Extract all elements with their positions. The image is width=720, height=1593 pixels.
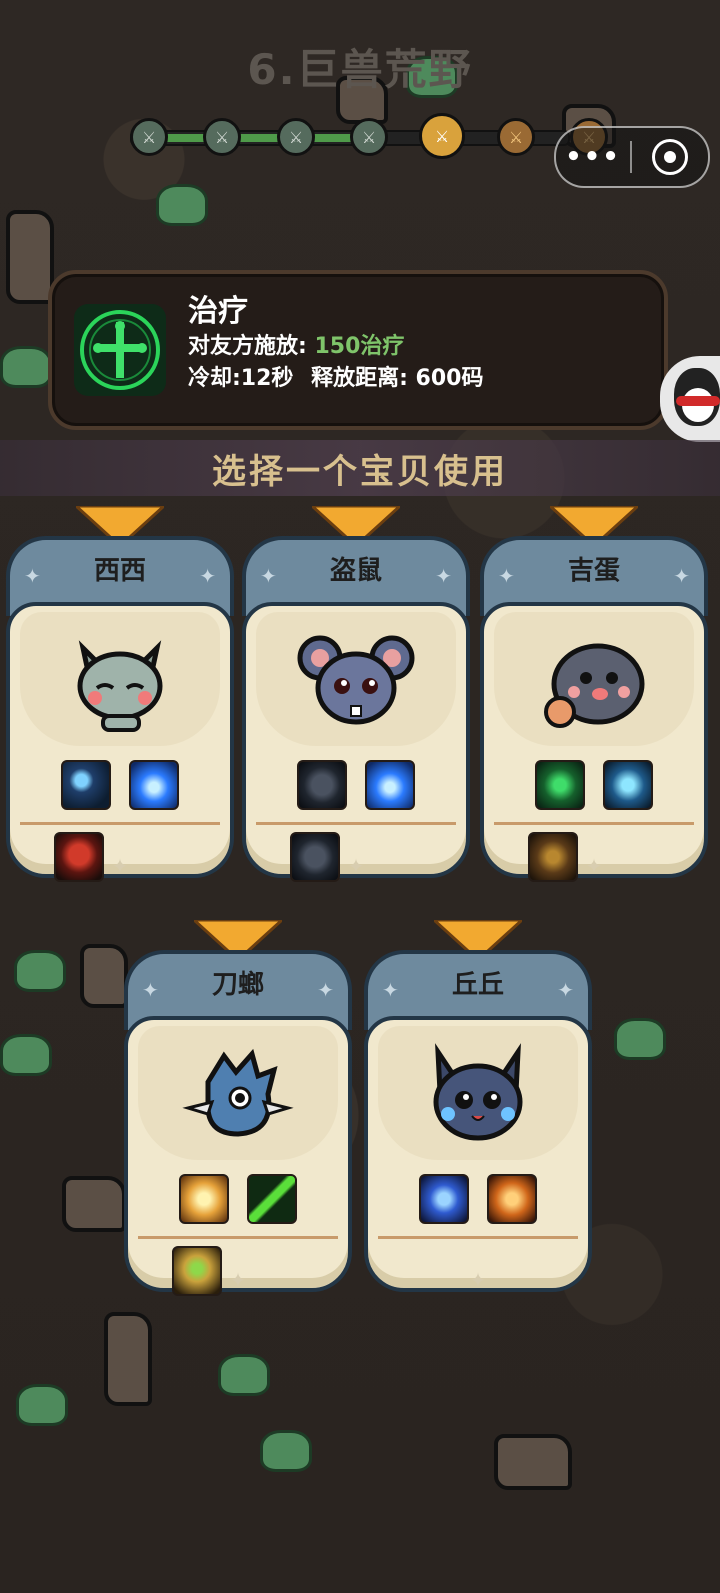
sparkle-icon: ✦	[498, 564, 515, 588]
pet-card-qiuqiu[interactable]: 丘丘 ✦ ✦ ✦	[364, 920, 592, 1292]
stage-node-future-icon: ⚔	[497, 118, 535, 156]
sun-skill-icon	[179, 1174, 229, 1224]
pet-skills-row1	[10, 760, 230, 810]
sparkle-icon: ✦	[24, 564, 41, 588]
stage-node-done-icon: ⚔	[350, 118, 388, 156]
green-sword-skill-icon	[247, 1174, 297, 1224]
sparkle-icon: ✦	[557, 978, 574, 1002]
skill-cooldown: 冷却:12秒	[188, 366, 294, 391]
pet-skills-row1	[484, 760, 704, 810]
blue-orb-skill-icon	[129, 760, 179, 810]
sparkle-icon: ✦	[142, 978, 159, 1002]
miniprogram-capsule: •••	[554, 126, 710, 188]
green-cross-rune-icon	[74, 304, 166, 396]
pet-skills-row1	[246, 760, 466, 810]
skill-range: 释放距离: 600码	[311, 366, 484, 391]
skill-info-panel: 治疗 对友方施放: 150治疗 冷却:12秒 释放距离: 600码	[48, 270, 668, 430]
skill-effect-value: 150治疗	[314, 334, 405, 359]
mouse-pet-avatar	[296, 628, 416, 742]
sparkle-icon: ✦	[673, 564, 690, 588]
blue-orb-skill-icon	[365, 760, 415, 810]
sparkle-icon: ✦	[111, 854, 129, 878]
sparkle-icon: ✦	[260, 564, 277, 588]
pet-card-body: ✦	[6, 602, 234, 882]
mole-pet-avatar	[534, 628, 654, 742]
stage-progress: ⚔⚔⚔⚔⚔⚔⚔	[130, 113, 608, 159]
stage-node-done-icon: ⚔	[203, 118, 241, 156]
blue-slash-skill-icon	[61, 760, 111, 810]
close-target-icon[interactable]	[632, 139, 708, 175]
sparkle-icon: ✦	[199, 564, 216, 588]
choose-pet-banner: 选择一个宝贝使用	[0, 440, 720, 496]
sparkle-icon: ✦	[347, 854, 365, 878]
sparkle-icon: ✦	[317, 978, 334, 1002]
blue-swirl-skill-icon	[603, 760, 653, 810]
pet-card-daoshu[interactable]: 盗鼠 ✦ ✦ ✦	[242, 506, 470, 882]
pet-skills-row1	[368, 1174, 588, 1224]
skill-effect-label: 对友方施放:	[188, 334, 307, 359]
green-cross-skill-icon	[535, 760, 585, 810]
sparkle-icon: ✦	[469, 1268, 487, 1292]
pet-skills-row1	[128, 1174, 348, 1224]
blue-lightning-skill-icon	[419, 1174, 469, 1224]
sparkle-icon: ✦	[435, 564, 452, 588]
dark-cat-pet-avatar	[418, 1042, 538, 1156]
pet-card-body: ✦	[480, 602, 708, 882]
pet-card-xixi[interactable]: 西西 ✦ ✦ ✦	[6, 506, 234, 882]
pet-card-body: ✦	[364, 1016, 592, 1292]
more-dots-icon[interactable]: •••	[556, 142, 630, 172]
stage-node-done-icon: ⚔	[130, 118, 168, 156]
cat-pet-avatar	[65, 628, 175, 742]
stage-node-current-icon: ⚔	[419, 113, 465, 159]
skill-name: 治疗	[188, 294, 248, 329]
pet-card-daolang[interactable]: 刀螂 ✦ ✦ ✦	[124, 920, 352, 1296]
stage-node-done-icon: ⚔	[277, 118, 315, 156]
sparkle-icon: ✦	[229, 1268, 247, 1292]
mantis-pet-avatar	[178, 1042, 298, 1156]
skill-stats: 冷却:12秒 释放距离: 600码	[188, 360, 483, 392]
stage-title: 6.巨兽荒野	[247, 45, 473, 94]
skill-effect: 对友方施放: 150治疗	[188, 328, 404, 360]
pet-card-body: ✦	[124, 1016, 352, 1296]
fire-shield-skill-icon	[487, 1174, 537, 1224]
sparkle-icon: ✦	[585, 854, 603, 878]
dark-bug-skill-icon	[297, 760, 347, 810]
pet-card-body: ✦	[242, 602, 470, 882]
sparkle-icon: ✦	[382, 978, 399, 1002]
pet-card-jidan[interactable]: 吉蛋 ✦ ✦ ✦	[480, 506, 708, 882]
